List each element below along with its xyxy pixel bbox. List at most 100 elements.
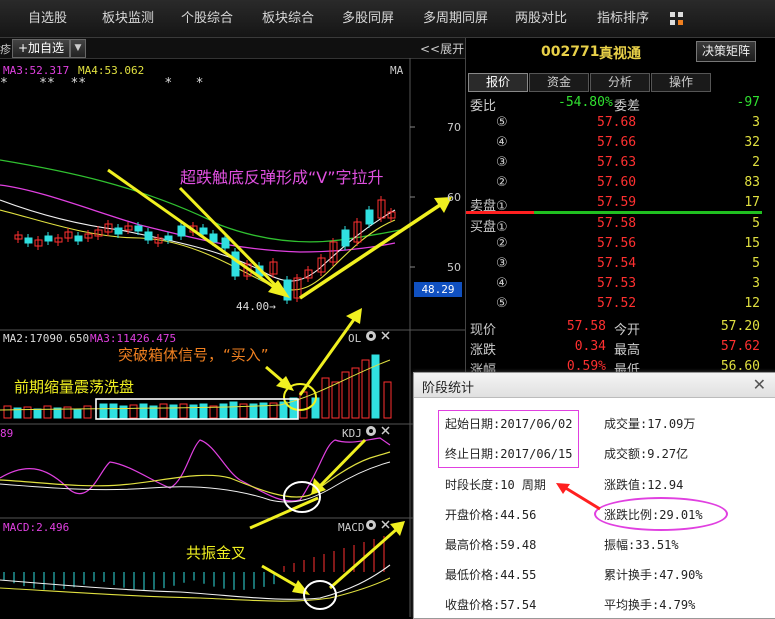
bid-row[interactable]: ⑤ 57.52 12 — [466, 295, 775, 315]
close-icon — [381, 331, 390, 340]
stat-label: 今开 — [614, 323, 641, 338]
tab-sector-monitor[interactable]: 板块监测 — [102, 0, 154, 37]
ask-level: ⑤ — [496, 115, 508, 130]
kdj-left-value: 89 — [0, 427, 14, 440]
tab-operation[interactable]: 操作 — [651, 73, 711, 92]
ask-volume: 83 — [744, 175, 760, 190]
gear-icon — [366, 520, 376, 530]
tab-analysis[interactable]: 分析 — [590, 73, 650, 92]
ask-row[interactable]: ② 57.60 83 — [466, 174, 775, 194]
volume-ma2-label: MA2:17090.650 — [3, 332, 90, 345]
volume-bar — [73, 408, 82, 419]
bid-price: 57.56 — [597, 236, 637, 251]
ask-price: 57.60 — [597, 175, 637, 190]
period-stats-dialog: 阶段统计 ✕ 起始日期:2017/06/02 终止日期:2017/06/15 成… — [413, 372, 775, 619]
stat-label: 最高 — [614, 343, 641, 358]
current-price-tag: 48.29 — [414, 282, 462, 297]
tab-stock-overview[interactable]: 个股综合 — [181, 0, 233, 37]
candle — [209, 233, 218, 243]
bid-volume: 12 — [744, 296, 760, 311]
tab-sector-overview[interactable]: 板块综合 — [262, 0, 314, 37]
volume-bar — [129, 404, 138, 419]
macd-dea-line — [0, 577, 391, 602]
expand-button[interactable]: <<展开 — [420, 40, 464, 57]
bid-level: ④ — [496, 276, 508, 291]
low-price-marker: 44.00→ — [236, 300, 276, 313]
quote-tabs: 报价 资金 分析 操作 — [468, 73, 768, 92]
volume-bar — [179, 403, 188, 419]
annotation-breakout: 突破箱体信号，“买入” — [118, 346, 269, 364]
close-icon — [381, 520, 390, 529]
stock-name: 真视通 — [599, 46, 641, 62]
volume-bar — [199, 403, 208, 419]
chevron-down-icon[interactable]: ▼ — [70, 39, 86, 58]
volume-bar — [321, 377, 330, 419]
ask-row[interactable]: ③ 57.63 2 — [466, 154, 775, 174]
stat-row: 涨跌 0.34 最高 57.62 — [466, 338, 775, 358]
diff-label: 委差 — [614, 99, 641, 114]
bid-level: ② — [496, 236, 508, 251]
volume-bar — [139, 403, 148, 419]
top-navigation-bar: 自选股 板块监测 个股综合 板块综合 多股同屏 多周期同屏 两股对比 指标排序 — [0, 0, 775, 38]
macd-dif-line — [0, 564, 391, 600]
bid-row[interactable]: 买盘① 57.58 5 — [466, 215, 775, 235]
ask-row[interactable]: ④ 57.66 32 — [466, 134, 775, 154]
price-tick: 50 — [447, 261, 461, 274]
candle — [44, 235, 53, 242]
volume-value: 成交量:17.09万 — [604, 417, 696, 431]
ask-row[interactable]: ⑤ 57.68 3 — [466, 114, 775, 134]
kdj-k-line — [0, 437, 391, 502]
low-price: 最低价格:44.55 — [445, 568, 537, 582]
tab-watchlist[interactable]: 自选股 — [28, 0, 67, 37]
order-ratio-row: 委比 -54.80% 委差 -97 — [466, 94, 775, 114]
bid-volume: 5 — [752, 216, 760, 231]
stock-code: 002771 — [541, 44, 600, 60]
bid-price: 57.53 — [597, 276, 637, 291]
candle — [24, 237, 33, 244]
bid-row[interactable]: ② 57.56 15 — [466, 235, 775, 255]
end-date: 终止日期:2017/06/15 — [445, 447, 573, 461]
start-date: 起始日期:2017/06/02 — [445, 417, 573, 431]
bid-price: 57.54 — [597, 256, 637, 271]
volume-bar — [189, 404, 198, 419]
grid-plus-icon[interactable] — [670, 12, 684, 26]
volume-bar — [109, 403, 118, 419]
close-icon[interactable]: ✕ — [753, 375, 766, 394]
tab-funds[interactable]: 资金 — [529, 73, 589, 92]
macd-label: MACD:2.496 — [3, 521, 70, 534]
tab-two-stock-compare[interactable]: 两股对比 — [515, 0, 567, 37]
ma-corner-label: MA — [390, 64, 404, 77]
annotation-v-rebound: 超跌触底反弹形成“V”字拉升 — [180, 168, 384, 187]
volume-bar — [219, 403, 228, 419]
change-value: 涨跌值:12.94 — [604, 478, 684, 492]
tab-indicator-sort[interactable]: 指标排序 — [597, 0, 649, 37]
toolbar-left-label: 疹 — [0, 43, 11, 56]
annotation-shakeout: 前期缩量震荡洗盘 — [14, 378, 135, 396]
stat-value: 57.58 — [566, 319, 606, 334]
candle — [114, 227, 123, 235]
stat-row: 现价 57.58 今开 57.20 — [466, 318, 775, 338]
decision-matrix-button[interactable]: 决策矩阵 — [696, 41, 756, 62]
ask-price: 57.59 — [597, 195, 637, 210]
tab-multi-period[interactable]: 多周期同屏 — [423, 0, 488, 37]
bid-row[interactable]: ④ 57.53 3 — [466, 275, 775, 295]
candle — [341, 229, 350, 247]
tab-quote[interactable]: 报价 — [468, 73, 528, 92]
bid-volume: 5 — [752, 256, 760, 271]
candle — [221, 237, 230, 249]
stat-value: 57.20 — [720, 319, 760, 334]
volume-bar — [159, 403, 168, 419]
bid-level: ⑤ — [496, 296, 508, 311]
volume-bar — [169, 404, 178, 419]
ask-volume: 17 — [744, 195, 760, 210]
tab-multi-stock[interactable]: 多股同屏 — [342, 0, 394, 37]
dialog-header: 阶段统计 ✕ — [414, 373, 775, 398]
candle — [365, 209, 374, 225]
add-to-watchlist-button[interactable]: +加自选 — [12, 39, 70, 58]
volume-bar — [331, 381, 340, 419]
volume-bar — [33, 408, 42, 419]
bid-row[interactable]: ③ 57.54 5 — [466, 255, 775, 275]
volume-corner-label: OL — [348, 332, 362, 345]
bid-ask-separator-green — [534, 211, 762, 214]
bid-level: 买盘① — [470, 220, 508, 235]
